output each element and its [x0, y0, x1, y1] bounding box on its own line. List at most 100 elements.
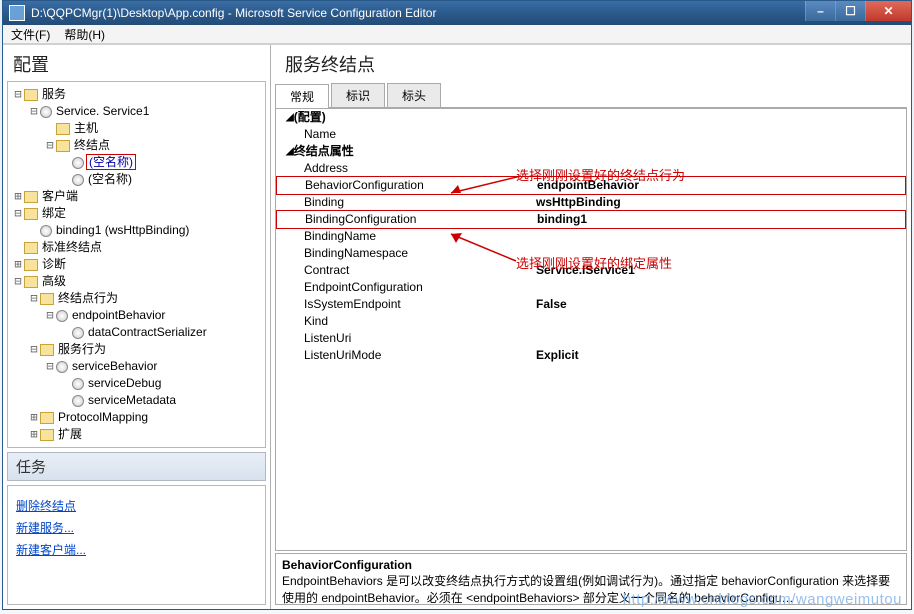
expand-icon[interactable]: ⊟	[28, 290, 40, 307]
tree-ep-behaviors[interactable]: 终结点行为	[56, 291, 120, 305]
task-delete-endpoint[interactable]: 删除终结点	[16, 497, 257, 514]
cat-epprops[interactable]: 终结点属性	[276, 143, 906, 160]
tab-general[interactable]: 常规	[275, 84, 329, 108]
behavior-icon	[56, 310, 68, 322]
expand-icon[interactable]: ⊟	[12, 273, 24, 290]
tree-client[interactable]: 客户端	[40, 189, 80, 203]
expand-icon[interactable]: ⊟	[12, 86, 24, 103]
expand-icon[interactable]: ⊟	[44, 358, 56, 375]
tree-serviceBehavior[interactable]: serviceBehavior	[70, 359, 159, 373]
help-name: BehaviorConfiguration	[282, 558, 900, 572]
tree-dataContractSerializer[interactable]: dataContractSerializer	[86, 325, 209, 339]
expand-icon[interactable]: ⊟	[44, 137, 56, 154]
val-bindingconfig[interactable]: binding1	[537, 211, 905, 228]
behavior-icon	[56, 361, 68, 373]
binding-icon	[40, 225, 52, 237]
menu-help[interactable]: 帮助(H)	[64, 26, 105, 43]
expand-icon[interactable]: ⊞	[28, 426, 40, 443]
tabs: 常规 标识 标头	[275, 83, 907, 108]
val-behaviorconfig[interactable]: endpointBehavior	[537, 177, 905, 194]
val-issystemendpoint[interactable]: False	[536, 296, 906, 313]
window-title: D:\QQPCMgr(1)\Desktop\App.config - Micro…	[31, 6, 805, 20]
folder-icon	[24, 191, 38, 203]
folder-icon	[24, 276, 38, 288]
behavior-icon	[72, 378, 84, 390]
close-button[interactable]: ✕	[865, 1, 911, 21]
behavior-icon	[72, 327, 84, 339]
tree-endpoints[interactable]: 终结点	[72, 138, 112, 152]
app-icon	[9, 5, 25, 21]
folder-icon	[56, 123, 70, 135]
titlebar[interactable]: D:\QQPCMgr(1)\Desktop\App.config - Micro…	[3, 1, 911, 25]
maximize-button[interactable]: ☐	[835, 1, 865, 21]
folder-icon	[40, 429, 54, 441]
folder-icon	[24, 242, 38, 254]
prop-endpointconfig[interactable]: EndpointConfiguration	[276, 279, 536, 296]
folder-icon	[40, 412, 54, 424]
help-text: EndpointBehaviors 是可以改变终结点执行方式的设置组(例如调试行…	[282, 572, 900, 605]
folder-icon	[56, 140, 70, 152]
minimize-button[interactable]: –	[805, 1, 835, 21]
prop-name[interactable]: Name	[276, 126, 536, 143]
tab-header[interactable]: 标头	[387, 83, 441, 107]
behavior-icon	[72, 395, 84, 407]
expand-icon[interactable]: ⊞	[28, 409, 40, 426]
menu-file[interactable]: 文件(F)	[11, 26, 50, 43]
folder-icon	[40, 344, 54, 356]
property-grid[interactable]: (配置) Name 终结点属性 Address BehaviorConfigur…	[275, 108, 907, 551]
application-window: D:\QQPCMgr(1)\Desktop\App.config - Micro…	[2, 0, 912, 610]
prop-kind[interactable]: Kind	[276, 313, 536, 330]
val-contract[interactable]: Service.IService1	[536, 262, 906, 279]
tree-serviceDebug[interactable]: serviceDebug	[86, 376, 163, 390]
tree-svc-behaviors[interactable]: 服务行为	[56, 342, 108, 356]
expand-icon[interactable]: ⊞	[12, 256, 24, 273]
tree-endpointBehavior[interactable]: endpointBehavior	[70, 308, 167, 322]
endpoint-icon	[72, 157, 84, 169]
prop-issystemendpoint[interactable]: IsSystemEndpoint	[276, 296, 536, 313]
expand-icon[interactable]: ⊟	[28, 341, 40, 358]
expand-icon[interactable]: ⊟	[28, 103, 40, 120]
prop-bindingconfig[interactable]: BindingConfiguration	[277, 211, 537, 228]
tree-diagnostics[interactable]: 诊断	[40, 257, 68, 271]
tasks-panel: 删除终结点 新建服务... 新建客户端...	[7, 485, 266, 605]
tree-serviceMetadata[interactable]: serviceMetadata	[86, 393, 178, 407]
endpoint-icon	[72, 174, 84, 186]
menubar: 文件(F) 帮助(H)	[3, 25, 911, 44]
folder-icon	[24, 259, 38, 271]
val-binding[interactable]: wsHttpBinding	[536, 194, 906, 211]
tree-advanced[interactable]: 高级	[40, 274, 68, 288]
service-icon	[40, 106, 52, 118]
config-tree[interactable]: ⊟服务 ⊟Service. Service1 主机 ⊟终结点 (空名称) (空名…	[7, 81, 266, 448]
tree-service1[interactable]: Service. Service1	[54, 104, 151, 118]
folder-icon	[24, 89, 38, 101]
right-heading: 服务终结点	[275, 45, 907, 81]
tree-protocolMapping[interactable]: ProtocolMapping	[56, 410, 150, 424]
task-new-service[interactable]: 新建服务...	[16, 519, 257, 536]
tree-extensions[interactable]: 扩展	[56, 427, 84, 441]
tree-services[interactable]: 服务	[40, 87, 68, 101]
folder-icon	[24, 208, 38, 220]
prop-listenurimode[interactable]: ListenUriMode	[276, 347, 536, 364]
val-listenurimode[interactable]: Explicit	[536, 347, 906, 364]
tasks-heading: 任务	[7, 452, 266, 481]
expand-icon[interactable]: ⊞	[12, 188, 24, 205]
prop-bindingname[interactable]: BindingName	[276, 228, 536, 245]
tree-endpoint-empty-selected[interactable]: (空名称)	[86, 154, 136, 170]
cat-config[interactable]: (配置)	[276, 109, 906, 126]
expand-icon[interactable]: ⊟	[12, 205, 24, 222]
prop-behaviorconfig[interactable]: BehaviorConfiguration	[277, 177, 537, 194]
tree-std-endpoints[interactable]: 标准终结点	[40, 240, 104, 254]
expand-icon[interactable]: ⊟	[44, 307, 56, 324]
task-new-client[interactable]: 新建客户端...	[16, 541, 257, 558]
prop-contract[interactable]: Contract	[276, 262, 536, 279]
prop-binding[interactable]: Binding	[276, 194, 536, 211]
tree-endpoint-empty[interactable]: (空名称)	[86, 172, 134, 186]
tree-binding1[interactable]: binding1 (wsHttpBinding)	[54, 223, 191, 237]
prop-address[interactable]: Address	[276, 160, 536, 177]
config-panel-heading: 配置	[3, 45, 270, 81]
tab-identity[interactable]: 标识	[331, 83, 385, 107]
tree-host[interactable]: 主机	[72, 121, 100, 135]
prop-listenuri[interactable]: ListenUri	[276, 330, 536, 347]
prop-bindingnamespace[interactable]: BindingNamespace	[276, 245, 536, 262]
tree-binding[interactable]: 绑定	[40, 206, 68, 220]
